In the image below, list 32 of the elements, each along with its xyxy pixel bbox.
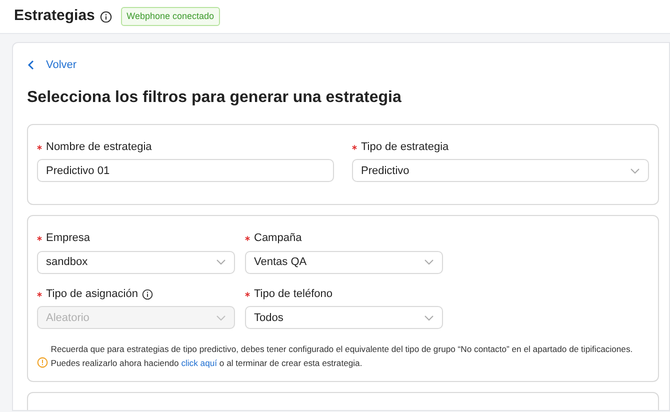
required-asterisk-icon bbox=[245, 292, 250, 296]
field-label: Tipo de asignación bbox=[46, 286, 138, 302]
notice-text: Recuerda que para estrategias de tipo predictivo, debes tener configurado el equivalente del tipo de grupo “No contacto” en el apartado de tipificaciones. Puedes realizarlo ahora haciendo click aquí o al terminar de crear esta estrategia. bbox=[50, 343, 633, 370]
info-icon bbox=[100, 10, 112, 22]
status-badge: Webphone conectado bbox=[120, 6, 220, 26]
field-label: Empresa bbox=[46, 231, 90, 246]
select-field[interactable]: Todos bbox=[245, 306, 443, 330]
required-asterisk-icon bbox=[245, 236, 250, 241]
required-asterisk-icon bbox=[37, 292, 42, 296]
field-label: Tipo de estrategia bbox=[361, 140, 449, 155]
page-title: Estrategias bbox=[14, 6, 95, 26]
warning-icon bbox=[37, 356, 48, 368]
chevron-down-icon bbox=[216, 259, 226, 266]
chevron-down-icon bbox=[216, 314, 226, 321]
chevron-left-icon bbox=[27, 60, 35, 70]
input-field[interactable]: Predictivo 01 bbox=[37, 159, 334, 182]
info-icon bbox=[142, 288, 153, 300]
select-field[interactable]: Ventas QA bbox=[245, 250, 443, 274]
required-asterisk-icon bbox=[37, 236, 42, 241]
field-label: Campaña bbox=[254, 231, 302, 246]
chevron-down-icon bbox=[424, 259, 434, 266]
select-field[interactable]: Predictivo bbox=[352, 159, 649, 182]
chevron-down-icon bbox=[630, 168, 640, 174]
field-label: Tipo de teléfono bbox=[254, 286, 332, 302]
back-link[interactable]: Volver bbox=[27, 57, 77, 74]
form-heading: Selecciona los filtros para generar una estrategia bbox=[27, 88, 402, 108]
required-asterisk-icon bbox=[352, 144, 357, 150]
chevron-down-icon bbox=[424, 314, 434, 321]
field-label: Nombre de estrategia bbox=[46, 140, 152, 155]
select-field[interactable]: sandbox bbox=[37, 250, 235, 274]
required-asterisk-icon bbox=[37, 144, 42, 150]
notice-link[interactable]: click aquí bbox=[181, 358, 218, 368]
